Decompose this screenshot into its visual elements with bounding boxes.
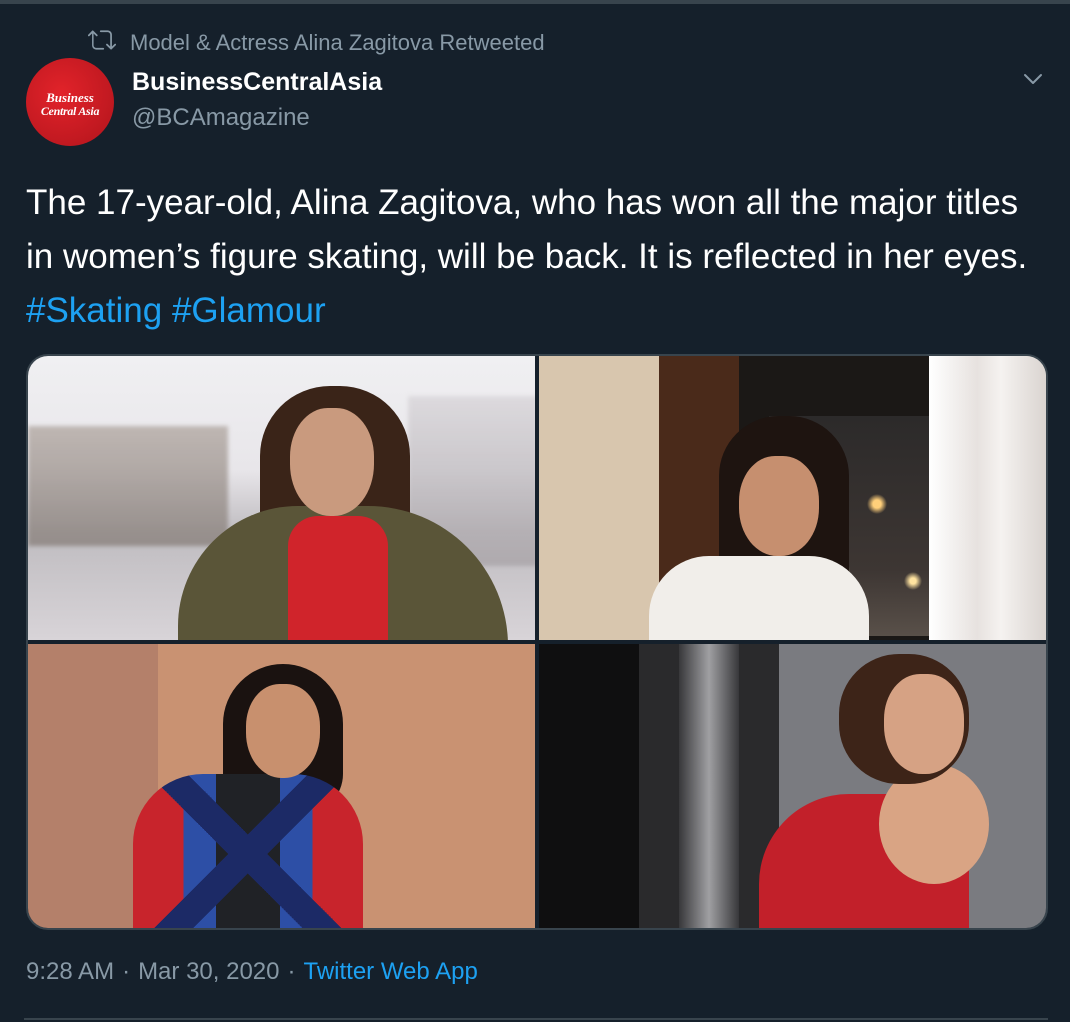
chevron-down-icon bbox=[1021, 67, 1045, 96]
retweet-text[interactable]: Model & Actress Alina Zagitova Retweeted bbox=[130, 30, 545, 56]
photo-3-face bbox=[246, 684, 320, 778]
tweet-time[interactable]: 9:28 AM bbox=[26, 958, 114, 986]
photo-4-face bbox=[884, 674, 964, 774]
avatar-text-line-1: Business bbox=[46, 90, 94, 105]
photo-2-face bbox=[739, 456, 819, 556]
photo-2-curtain bbox=[929, 356, 1046, 640]
photo-1-background-building bbox=[28, 426, 228, 546]
retweet-icon bbox=[87, 26, 117, 60]
tweet-body: The 17-year-old, Alina Zagitova, who has… bbox=[26, 183, 1028, 276]
avatar-text-line-2: Central Asia bbox=[40, 104, 100, 118]
source-app-link[interactable]: Twitter Web App bbox=[303, 958, 477, 986]
author-handle[interactable]: @BCAmagazine bbox=[132, 104, 310, 132]
tweet-meta: 9:28 AM · Mar 30, 2020 · Twitter Web App bbox=[26, 958, 478, 986]
hashtag-glamour[interactable]: #Glamour bbox=[172, 291, 326, 330]
tweet-date[interactable]: Mar 30, 2020 bbox=[138, 958, 279, 986]
photo-4-light-stand bbox=[679, 644, 739, 928]
bottom-divider bbox=[24, 1018, 1048, 1020]
retweet-context[interactable]: Model & Actress Alina Zagitova Retweeted bbox=[87, 26, 545, 60]
media-grid bbox=[26, 354, 1048, 930]
photo-2[interactable] bbox=[539, 356, 1046, 640]
photo-4[interactable] bbox=[539, 644, 1046, 928]
hashtag-skating[interactable]: #Skating bbox=[26, 291, 162, 330]
photo-1-top bbox=[288, 516, 388, 640]
avatar[interactable]: Business Central Asia bbox=[26, 58, 114, 146]
photo-2-shirt bbox=[649, 556, 869, 640]
tweet-text: The 17-year-old, Alina Zagitova, who has… bbox=[26, 176, 1036, 338]
author-name[interactable]: BusinessCentralAsia bbox=[132, 68, 382, 97]
photo-1-face bbox=[290, 408, 374, 516]
photo-3-dress bbox=[133, 774, 363, 928]
more-options-button[interactable] bbox=[1018, 66, 1048, 96]
photo-3[interactable] bbox=[28, 644, 535, 928]
photo-1[interactable] bbox=[28, 356, 535, 640]
meta-separator: · bbox=[287, 958, 296, 985]
top-divider bbox=[0, 0, 1070, 4]
meta-separator: · bbox=[122, 958, 131, 985]
